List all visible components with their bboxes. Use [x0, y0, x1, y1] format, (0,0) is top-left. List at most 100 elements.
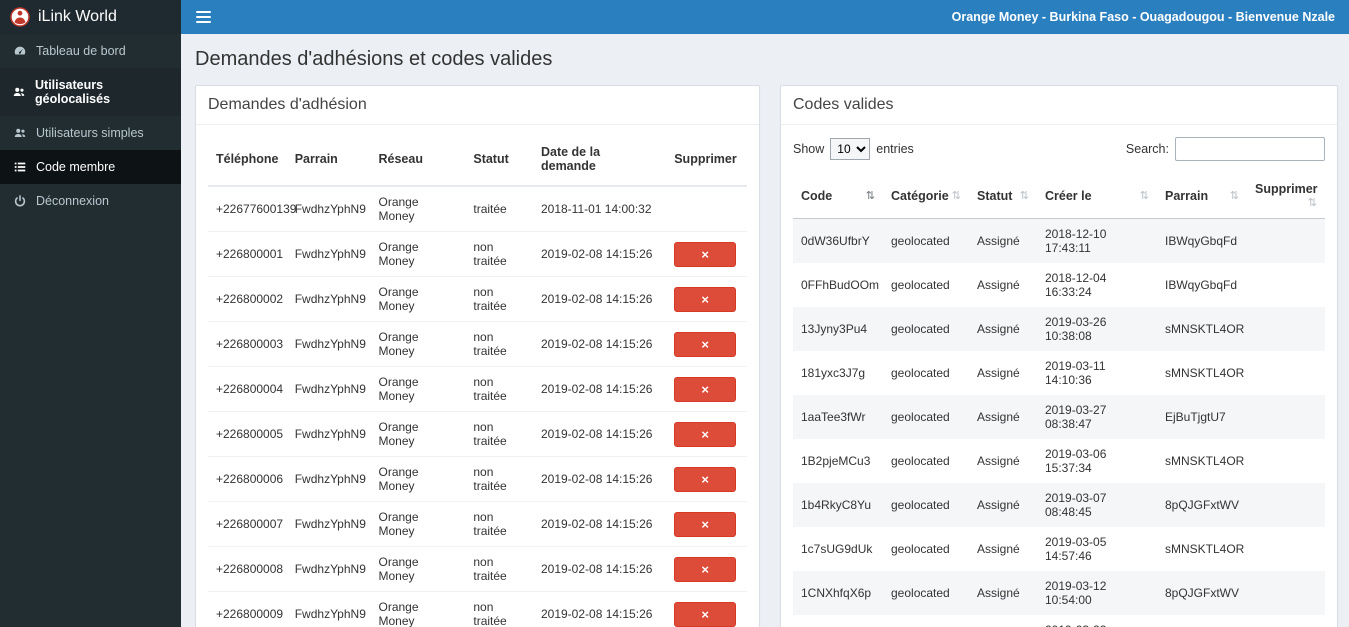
cell-statut: Assigné [977, 586, 1020, 600]
sort-icon[interactable]: ⇅ [1230, 189, 1239, 202]
cell-statut: Assigné [977, 542, 1020, 556]
cell-reseau: Orange Money [370, 186, 466, 232]
page-title: Demandes d'adhésions et codes valides [195, 48, 553, 70]
cell-supprimer [1247, 571, 1325, 615]
x-icon: × [701, 381, 710, 397]
brand-logo[interactable]: iLink World [0, 0, 181, 34]
search-control: Search: [1126, 137, 1325, 161]
cell-code: 1c7sUG9dUk [801, 542, 873, 556]
sort-icon[interactable]: ⇅ [952, 189, 961, 202]
cell-parrain: sMNSKTL4OR [1165, 322, 1245, 336]
cell-parrain: FwdhzYphN9 [286, 231, 371, 277]
sidebar-item-deconnexion[interactable]: Déconnexion [0, 184, 181, 218]
cell-statut: Assigné [977, 278, 1020, 292]
sidebar: Tableau de bord Utilisateurs géolocalisés… [0, 34, 181, 627]
sidebar-item-tableau-de-bord[interactable]: Tableau de bord [0, 34, 181, 68]
sort-icon[interactable]: ⇅ [1140, 189, 1149, 202]
sort-icon[interactable]: ⇅ [1020, 189, 1029, 202]
column-header-sortable[interactable]: Code ⇅ [793, 173, 883, 219]
sidebar-item-code-membre[interactable]: Code membre [0, 150, 181, 184]
x-icon: × [701, 336, 710, 352]
column-header-sortable[interactable]: Supprimer ⇅ [1247, 173, 1325, 219]
delete-button[interactable]: × [674, 331, 737, 357]
column-header-sortable[interactable]: Créer le ⇅ [1037, 173, 1157, 219]
code-row: 1B2pjeMCu3 geolocated Assigné 2019-03-06 15… [793, 439, 1325, 483]
cell-categorie: geolocated [891, 586, 950, 600]
cell-categorie: geolocated [891, 410, 950, 424]
delete-button[interactable]: × [674, 286, 737, 312]
x-icon: × [701, 606, 710, 622]
delete-button[interactable]: × [674, 241, 737, 267]
cell-date: 2019-02-08 14:15:26 [532, 411, 667, 457]
users-icon [12, 85, 26, 99]
sidebar-item-utilisateurs-simples[interactable]: Utilisateurs simples [0, 116, 181, 150]
column-header-sortable[interactable]: Catégorie ⇅ [883, 173, 969, 219]
cell-telephone: +226800006 [208, 456, 287, 502]
demande-row: +226800002 FwdhzYphN9 Orange Money non trai… [208, 276, 747, 322]
page-size-select[interactable]: 10 [830, 138, 871, 160]
cell-telephone: +22677600139 [208, 186, 296, 232]
cell-reseau: Orange Money [370, 321, 466, 367]
cell-statut: non traitée [465, 231, 533, 277]
x-icon: × [701, 426, 710, 442]
codes-valides-table: Code ⇅ Catégorie ⇅ Statut ⇅ Créer le ⇅ Parrain ⇅ S… [793, 173, 1325, 627]
cell-parrain: FwdhzYphN9 [286, 411, 371, 457]
cell-statut: Assigné [977, 410, 1020, 424]
cell-categorie: geolocated [891, 234, 950, 248]
cell-cree-le: 2018-12-04 16:33:24 [1045, 271, 1107, 299]
demande-row: +226800009 FwdhzYphN9 Orange Money non trai… [208, 591, 747, 627]
cell-date: 2019-02-08 14:15:26 [532, 501, 667, 547]
delete-button[interactable]: × [674, 556, 737, 582]
cell-date: 2019-02-08 14:15:26 [532, 276, 667, 322]
code-row: 0FFhBudOOm geolocated Assigné 2018-12-04 16… [793, 263, 1325, 307]
cell-cree-le: 2019-03-07 08:48:45 [1045, 491, 1107, 519]
column-header: Supprimer [666, 133, 747, 187]
sort-icon[interactable]: ⇅ [866, 189, 875, 202]
cell-code: 0dW36UfbrY [801, 234, 870, 248]
delete-button[interactable]: × [674, 466, 737, 492]
column-header-sortable[interactable]: Statut ⇅ [969, 173, 1037, 219]
book-icon [12, 160, 27, 174]
column-header: Statut [465, 133, 533, 187]
sidebar-item-utilisateurs-geolocalises[interactable]: Utilisateurs géolocalisés [0, 68, 181, 116]
delete-button[interactable]: × [674, 421, 737, 447]
cell-telephone: +226800004 [208, 366, 287, 412]
cell-supprimer [1247, 263, 1325, 307]
x-icon: × [701, 471, 710, 487]
delete-button[interactable]: × [674, 376, 737, 402]
cell-statut: non traitée [465, 501, 533, 547]
code-row: 0dW36UfbrY geolocated Assigné 2018-12-10 17… [793, 218, 1325, 263]
cell-parrain: FwdhzYphN9 [286, 456, 371, 502]
cell-reseau: Orange Money [370, 501, 466, 547]
cell-statut: non traitée [465, 456, 533, 502]
cell-reseau: Orange Money [370, 366, 466, 412]
code-row: 13Jyny3Pu4 geolocated Assigné 2019-03-26 10… [793, 307, 1325, 351]
topbar-user-info: Orange Money - Burkina Faso - Ouagadougo… [951, 10, 1335, 24]
sidebar-toggle-button[interactable] [181, 0, 226, 34]
cell-code: 1B2pjeMCu3 [801, 454, 871, 468]
delete-button[interactable]: × [674, 511, 737, 537]
cell-code: 1CNXhfqX6p [801, 586, 872, 600]
cell-cree-le: 2019-03-06 15:37:34 [1045, 447, 1107, 475]
brand-name: iLink World [38, 8, 117, 25]
topbar: iLink World Orange Money - Burkina Faso … [0, 0, 1349, 34]
demandes-panel: Demandes d'adhésion Téléphone Parrain Rése… [195, 85, 760, 627]
code-row: 1d9CDtc4mvgeolocatedAssigné2019-03-22 08… [793, 615, 1325, 627]
entries-label: entries [876, 142, 914, 156]
users-icon [12, 126, 27, 140]
cell-telephone: +226800008 [208, 546, 287, 592]
delete-button[interactable]: × [674, 601, 737, 627]
column-header-sortable[interactable]: Parrain ⇅ [1157, 173, 1247, 219]
x-icon: × [701, 246, 710, 262]
cell-cree-le: 2019-03-12 10:54:00 [1045, 579, 1107, 607]
cell-telephone: +226800002 [208, 276, 287, 322]
sort-icon[interactable]: ⇅ [1308, 196, 1317, 209]
search-input[interactable] [1175, 137, 1325, 161]
cell-statut: non traitée [465, 546, 533, 592]
cell-statut: traitée [465, 186, 533, 232]
column-header: Réseau [370, 133, 466, 187]
sidebar-item-label: Utilisateurs géolocalisés [35, 78, 111, 106]
cell-statut: non traitée [465, 411, 533, 457]
cell-parrain: FwdhzYphN9 [286, 591, 371, 627]
cell-cree-le: 2019-03-11 14:10:36 [1045, 359, 1106, 387]
